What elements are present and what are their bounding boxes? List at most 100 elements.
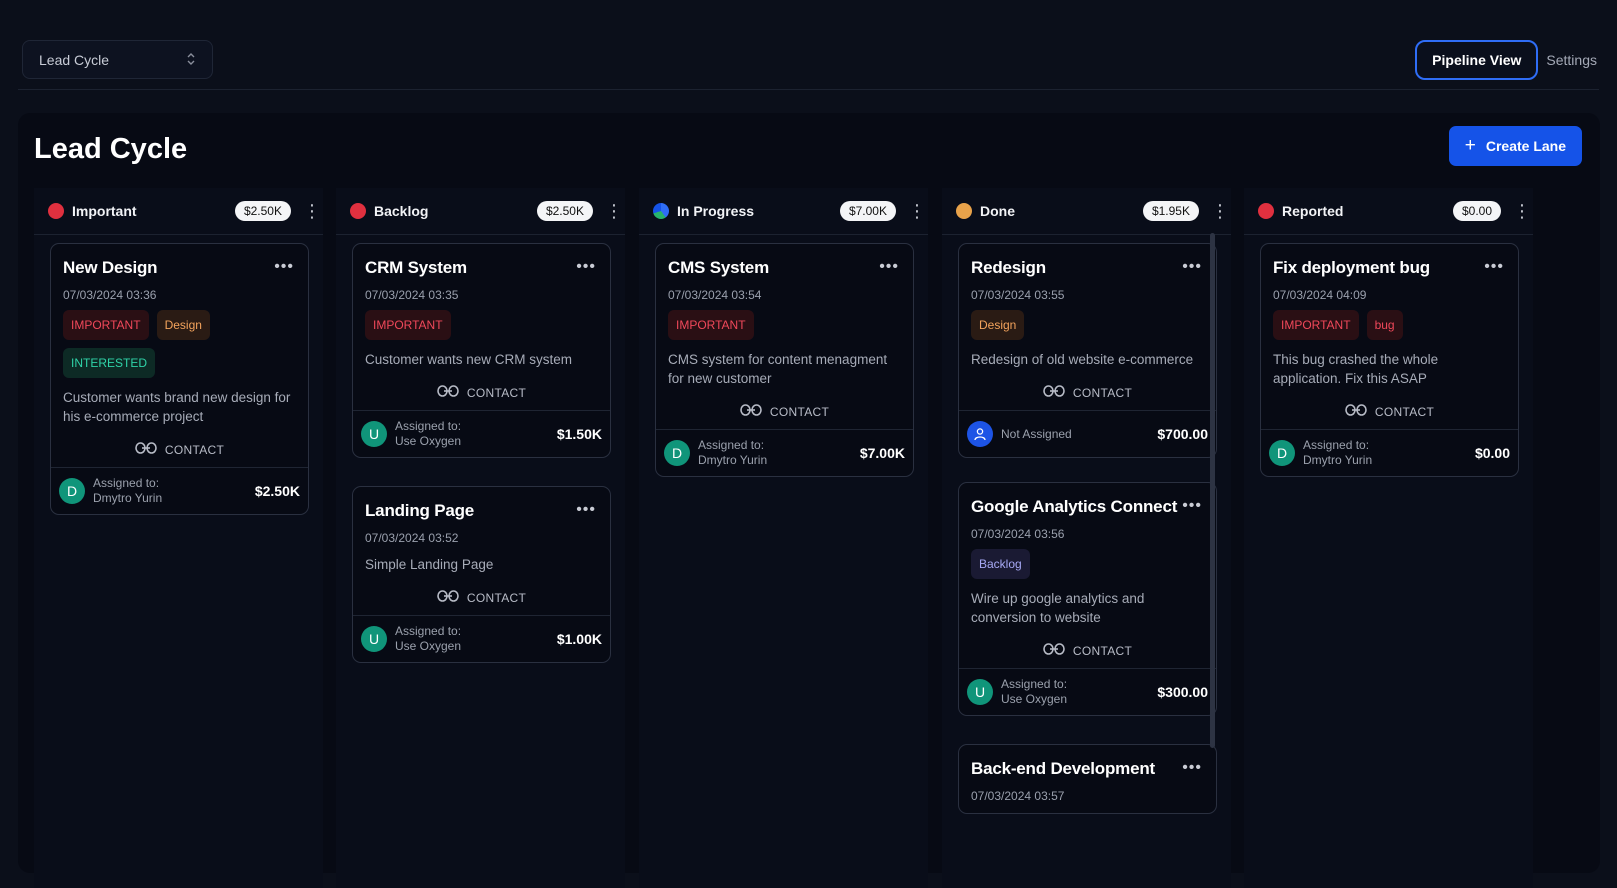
deal-card[interactable]: Fix deployment bug ••• 07/03/2024 04:09 … (1260, 243, 1519, 477)
page-title: Lead Cycle (34, 133, 188, 165)
contact-link[interactable]: CONTACT (971, 385, 1204, 400)
lane-total-badge: $7.00K (839, 201, 896, 221)
contact-label: CONTACT (1072, 385, 1133, 400)
card-description: Wire up google analytics and conversion … (971, 591, 1145, 625)
lane-important: Important $2.50K ⋮ New Design ••• 07/03/… (34, 188, 323, 888)
more-options-icon[interactable]: ••• (1182, 497, 1202, 515)
lane-color-dot (956, 203, 972, 219)
deal-card[interactable]: Landing Page ••• 07/03/2024 03:52 Simple… (352, 486, 611, 663)
contact-link[interactable]: CONTACT (971, 643, 1204, 658)
link-icon (740, 404, 762, 419)
card-date: 07/03/2024 03:35 (365, 288, 459, 302)
link-icon (135, 442, 157, 457)
contact-link[interactable]: CONTACT (365, 385, 598, 400)
tag-important: IMPORTANT (1273, 310, 1359, 340)
lane-header: Done $1.95K ⋮ (942, 188, 1231, 235)
card-title: Redesign (971, 258, 1046, 277)
card-footer: D Assigned to: Dmytro Yurin $0.00 (1261, 429, 1518, 476)
assignee-name: Dmytro Yurin (1303, 453, 1373, 467)
lane-color-dot (48, 203, 64, 219)
lane-menu-icon[interactable]: ⋮ (1513, 202, 1531, 220)
card-title: CRM System (365, 258, 467, 277)
deal-card[interactable]: CRM System ••• 07/03/2024 03:35 IMPORTAN… (352, 243, 611, 458)
assignee-name: Use Oxygen (395, 434, 462, 448)
tag-important: IMPORTANT (365, 310, 451, 340)
lane-done: Done $1.95K ⋮ Redesign ••• 07/03/2024 03… (942, 188, 1231, 888)
create-lane-button[interactable]: + Create Lane (1448, 126, 1582, 166)
lane-menu-icon[interactable]: ⋮ (1211, 202, 1229, 220)
assignee-info: Assigned to: Dmytro Yurin (1303, 438, 1467, 468)
create-lane-label: Create Lane (1485, 138, 1566, 154)
top-bar: Lead Cycle Pipeline View Settings (18, 0, 1599, 90)
more-options-icon[interactable]: ••• (576, 501, 596, 519)
contact-link[interactable]: CONTACT (1273, 404, 1506, 419)
card-footer: U Assigned to: Use Oxygen $1.50K (353, 410, 610, 457)
tag-bug: bug (1366, 310, 1403, 340)
card-footer: U Assigned to: Use Oxygen $300.00 (959, 668, 1216, 715)
view-tabs: Pipeline View Settings (1415, 40, 1599, 80)
tag-list: IMPORTANT Design INTERESTED (63, 310, 296, 378)
avatar: D (664, 440, 690, 466)
more-options-icon[interactable]: ••• (274, 258, 294, 276)
person-icon (967, 421, 993, 447)
card-date: 07/03/2024 04:09 (1273, 288, 1367, 302)
deal-card[interactable]: Google Analytics Connect ••• 07/03/2024 … (958, 482, 1217, 716)
tag-design: Design (971, 310, 1025, 340)
contact-link[interactable]: CONTACT (63, 442, 296, 457)
card-date: 07/03/2024 03:52 (365, 531, 459, 545)
lane-header: Backlog $2.50K ⋮ (336, 188, 625, 235)
deal-amount: $1.00K (556, 631, 602, 647)
tag-design: Design (156, 310, 210, 340)
lane-scrollbar[interactable] (1210, 233, 1215, 748)
lane-menu-icon[interactable]: ⋮ (605, 202, 623, 220)
funnel-select[interactable]: Lead Cycle (22, 40, 213, 79)
card-description: Redesign of old website e-commerce (971, 352, 1194, 367)
assigned-to-label: Assigned to: (1303, 438, 1370, 452)
assignee-info: Assigned to: Use Oxygen (395, 624, 549, 654)
assigned-to-label: Assigned to: (395, 624, 462, 638)
tag-list: Backlog (971, 549, 1204, 579)
assignee-name: Dmytro Yurin (93, 491, 163, 505)
link-icon (437, 590, 459, 605)
tab-pipeline-view[interactable]: Pipeline View (1415, 40, 1539, 80)
contact-label: CONTACT (1374, 404, 1435, 419)
more-options-icon[interactable]: ••• (576, 258, 596, 276)
card-description: This bug crashed the whole application. … (1273, 352, 1439, 386)
link-icon (1043, 643, 1065, 658)
assignee-name: Dmytro Yurin (698, 453, 768, 467)
more-options-icon[interactable]: ••• (1182, 759, 1202, 777)
assigned-to-label: Assigned to: (93, 476, 160, 490)
lane-menu-icon[interactable]: ⋮ (908, 202, 926, 220)
card-date: 07/03/2024 03:57 (971, 789, 1065, 803)
lane-name: Done (980, 203, 1015, 219)
card-footer: D Assigned to: Dmytro Yurin $7.00K (656, 429, 913, 476)
assignee-info: Assigned to: Use Oxygen (395, 419, 549, 449)
card-description: Simple Landing Page (365, 557, 494, 572)
lane-reported: Reported $0.00 ⋮ Fix deployment bug ••• … (1244, 188, 1533, 888)
lane-menu-icon[interactable]: ⋮ (303, 202, 321, 220)
tag-interested: INTERESTED (63, 348, 156, 378)
lane-header: In Progress $7.00K ⋮ (639, 188, 928, 235)
more-options-icon[interactable]: ••• (879, 258, 899, 276)
deal-card[interactable]: New Design ••• 07/03/2024 03:36 IMPORTAN… (50, 243, 309, 515)
contact-link[interactable]: CONTACT (365, 590, 598, 605)
assigned-to-label: Assigned to: (1001, 677, 1068, 691)
lane-color-dot (1258, 203, 1274, 219)
assignee-info: Assigned to: Dmytro Yurin (698, 438, 852, 468)
link-icon (1345, 404, 1367, 419)
more-options-icon[interactable]: ••• (1182, 258, 1202, 276)
contact-link[interactable]: CONTACT (668, 404, 901, 419)
avatar: U (361, 626, 387, 652)
card-date: 07/03/2024 03:55 (971, 288, 1065, 302)
more-options-icon[interactable]: ••• (1484, 258, 1504, 276)
deal-card[interactable]: Back-end Development ••• 07/03/2024 03:5… (958, 744, 1217, 814)
deal-card[interactable]: CMS System ••• 07/03/2024 03:54 IMPORTAN… (655, 243, 914, 477)
deal-card[interactable]: Redesign ••• 07/03/2024 03:55 Design Red… (958, 243, 1217, 458)
assigned-to-label: Assigned to: (395, 419, 462, 433)
contact-label: CONTACT (769, 404, 830, 419)
card-date: 07/03/2024 03:36 (63, 288, 157, 302)
tab-settings[interactable]: Settings (1546, 52, 1599, 68)
deal-amount: $2.50K (254, 483, 300, 499)
card-date: 07/03/2024 03:56 (971, 527, 1065, 541)
avatar: U (361, 421, 387, 447)
